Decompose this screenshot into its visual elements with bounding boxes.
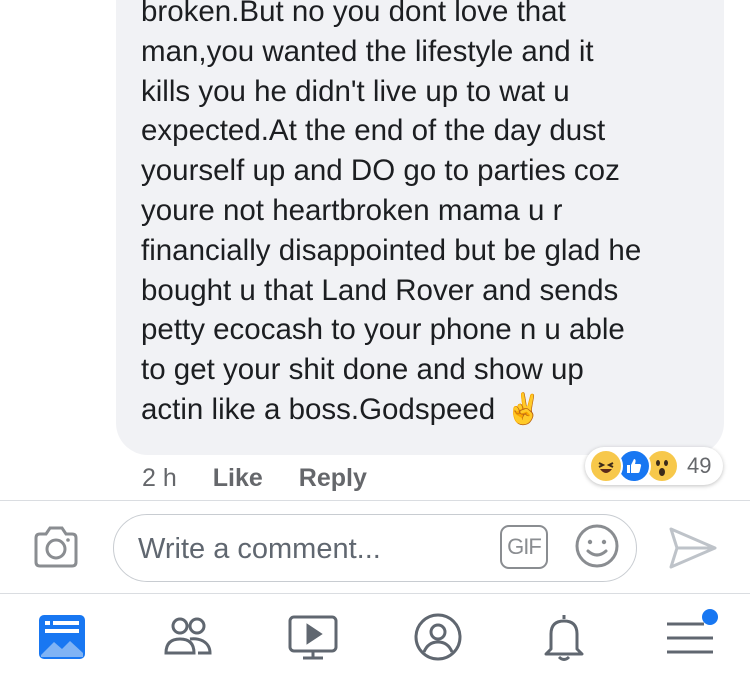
- menu-notification-dot: [702, 609, 718, 625]
- comment-actions: 2 h Like Reply: [142, 462, 367, 494]
- comment-timestamp: 2 h: [142, 463, 177, 492]
- reactions-summary[interactable]: 49: [585, 447, 723, 485]
- comment-input-box[interactable]: GIF: [113, 514, 637, 582]
- send-icon[interactable]: [668, 525, 718, 571]
- reactions-count: 49: [687, 453, 712, 478]
- gif-label: GIF: [507, 534, 542, 559]
- notifications-icon[interactable]: [538, 611, 590, 663]
- bottom-tab-bar: [0, 594, 750, 682]
- friends-icon[interactable]: [162, 611, 214, 663]
- smiley-icon[interactable]: [574, 523, 620, 569]
- haha-icon: [589, 449, 623, 483]
- comment-text: broken.But no you dont love that man,you…: [141, 0, 711, 430]
- camera-icon[interactable]: [32, 524, 80, 570]
- comment-input[interactable]: [136, 529, 490, 569]
- watch-icon[interactable]: [287, 611, 339, 663]
- like-button[interactable]: Like: [213, 464, 263, 493]
- profile-icon[interactable]: [412, 611, 464, 663]
- news-feed-icon[interactable]: [36, 611, 88, 663]
- victory-hand-icon: ✌️: [505, 392, 543, 426]
- gif-button[interactable]: GIF: [500, 525, 548, 569]
- reply-button[interactable]: Reply: [299, 464, 367, 493]
- comment-body: broken.But no you dont love that man,you…: [141, 0, 642, 426]
